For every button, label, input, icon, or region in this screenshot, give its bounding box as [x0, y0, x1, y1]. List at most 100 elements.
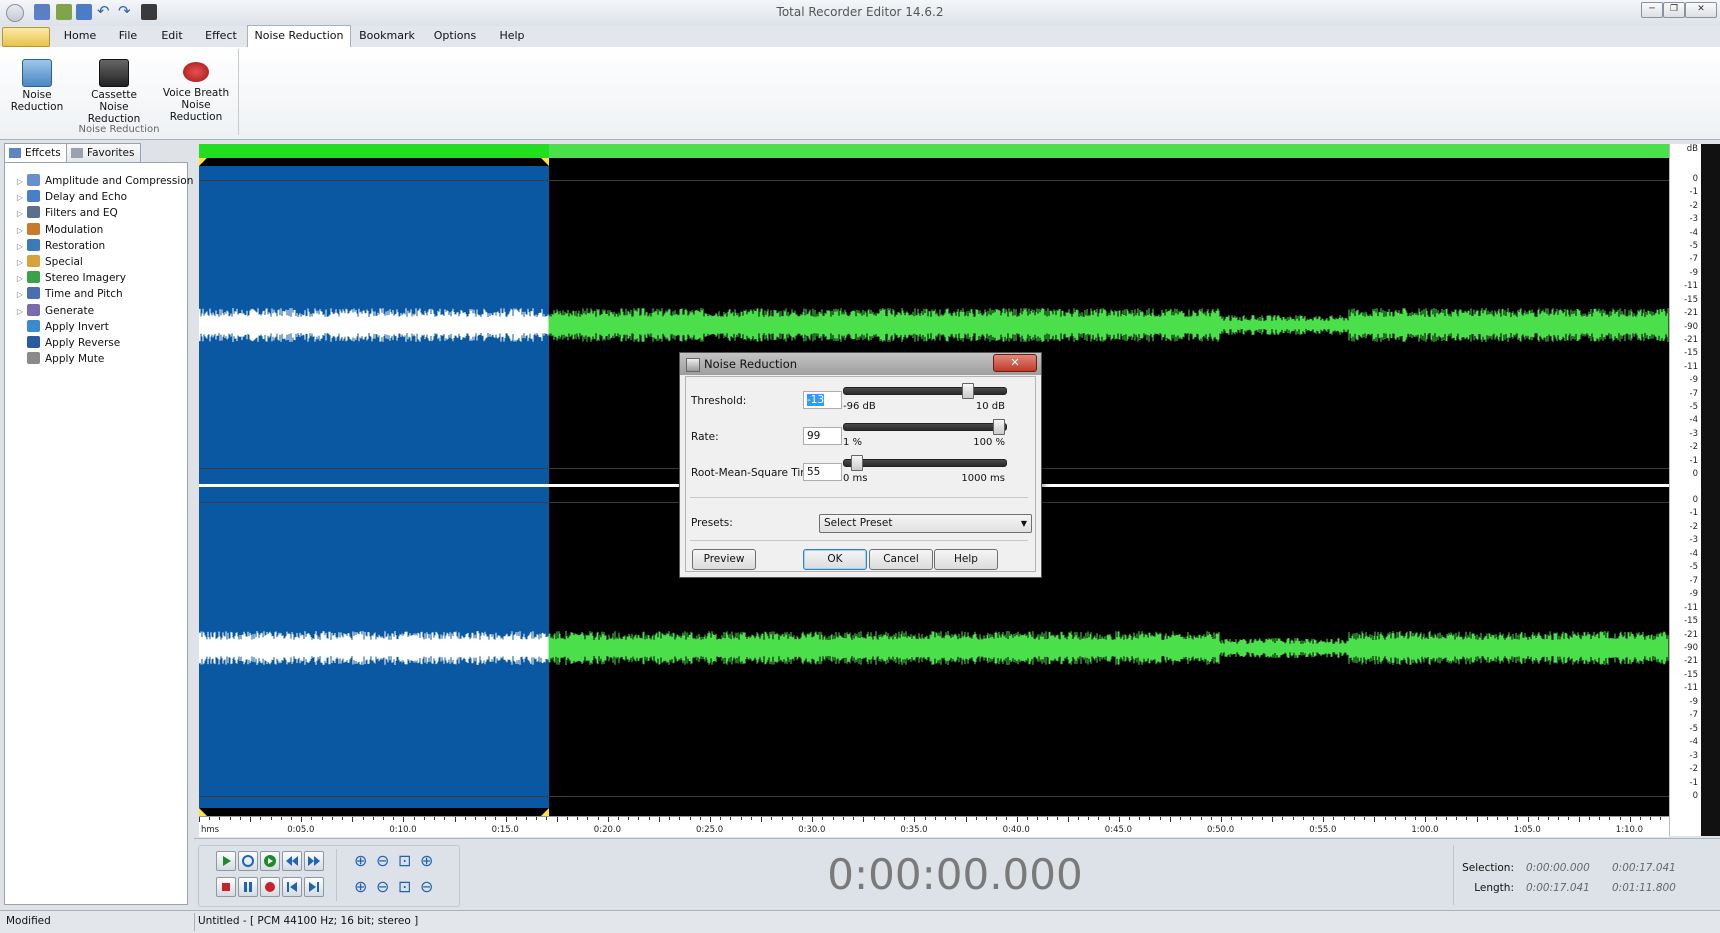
timeline-tick	[1231, 817, 1233, 820]
expand-arrow-icon[interactable]: ▷	[15, 174, 25, 190]
tab-effect[interactable]: Effect	[201, 26, 241, 46]
quick-menu-button[interactable]	[2, 27, 50, 47]
db-tick-label: -2	[1689, 442, 1698, 453]
expand-arrow-icon[interactable]: ▷	[15, 223, 25, 239]
cassette-noise-reduction-button[interactable]: Cassette Noise Reduction	[78, 59, 150, 125]
timeline-tick	[1312, 817, 1314, 820]
presets-dropdown[interactable]: Select Preset ▼	[819, 514, 1032, 533]
timeline-tick	[1507, 817, 1509, 820]
zoom-vertical-in-icon[interactable]: ⊕	[354, 877, 367, 896]
tab-options[interactable]: Options	[428, 26, 482, 46]
dialog-title-bar[interactable]: Noise Reduction ✕	[680, 353, 1041, 375]
voice-breath-noise-reduction-button[interactable]: Voice Breath Noise Reduction	[158, 59, 234, 123]
expand-arrow-icon[interactable]: ▷	[15, 206, 25, 222]
timeline-ruler[interactable]: hms 0:05.0 0:10.0 0:15.0 0:20.0 0:25.0 0:30.0 0…	[199, 816, 1669, 837]
dialog-close-button[interactable]: ✕	[993, 354, 1037, 372]
rms-time-input[interactable]: 55	[803, 463, 842, 481]
tree-item[interactable]: ▷ Filters and EQ	[15, 205, 187, 221]
tab-noise-reduction[interactable]: Noise Reduction	[247, 25, 351, 48]
selection-end-marker[interactable]	[541, 158, 549, 166]
maximize-button[interactable]: ❐	[1663, 2, 1685, 18]
help-button[interactable]: Help	[934, 549, 998, 570]
rate-input[interactable]: 99	[803, 427, 842, 445]
tree-item[interactable]: Apply Reverse	[15, 335, 187, 351]
info-divider	[1453, 845, 1454, 905]
timeline-label: 0:50.0	[1207, 825, 1235, 835]
rate-slider-thumb[interactable]	[993, 419, 1006, 435]
effects-tree: ▷ Amplitude and Compression ▷ Delay and Ech…	[4, 162, 193, 905]
expand-arrow-icon[interactable]: ▷	[15, 304, 25, 320]
vertical-scrollbar[interactable]	[1701, 144, 1720, 836]
expand-arrow-icon[interactable]: ▷	[15, 190, 25, 206]
tab-bookmark[interactable]: Bookmark	[358, 26, 416, 46]
zoom-full-icon[interactable]: ⊕	[420, 851, 433, 870]
tree-item[interactable]: ▷ Amplitude and Compression	[15, 173, 193, 190]
tab-favorites[interactable]: Favorites	[66, 143, 142, 164]
expand-arrow-icon[interactable]: ▷	[15, 239, 25, 255]
rewind-button[interactable]	[282, 851, 302, 871]
db-tick-label: 0	[1692, 469, 1698, 479]
selection-start-marker[interactable]	[199, 158, 207, 166]
ok-button[interactable]: OK	[803, 549, 867, 570]
expand-arrow-icon[interactable]: ▷	[15, 271, 25, 287]
rms-time-slider-thumb[interactable]	[851, 455, 864, 471]
tab-effects[interactable]: Effcets	[4, 143, 68, 164]
loop-play-button[interactable]	[238, 851, 258, 871]
record-button[interactable]	[260, 877, 280, 897]
timeline-tick	[444, 817, 446, 820]
go-to-end-button[interactable]	[304, 877, 324, 897]
play-selection-button[interactable]	[260, 851, 280, 871]
tree-item[interactable]: Apply Invert	[15, 319, 187, 335]
effect-category-icon	[27, 238, 40, 251]
cancel-button[interactable]: Cancel	[869, 549, 933, 570]
tab-file[interactable]: File	[112, 26, 144, 46]
waveform-selection[interactable]	[199, 158, 549, 816]
timeline-tick	[546, 817, 548, 820]
timeline-tick	[965, 817, 967, 822]
tree-item[interactable]: ▷ Delay and Echo	[15, 189, 187, 205]
timeline-tick	[873, 817, 875, 820]
timeline-tick	[1445, 817, 1447, 820]
play-button[interactable]	[216, 851, 236, 871]
rate-slider[interactable]	[843, 423, 1007, 431]
zoom-selection-icon[interactable]: ⊡	[398, 851, 411, 870]
go-to-start-button[interactable]	[282, 877, 302, 897]
tree-item[interactable]: ▷ Generate	[15, 303, 187, 319]
zoom-out-icon[interactable]: ⊖	[376, 851, 389, 870]
tab-home[interactable]: Home	[60, 26, 100, 46]
timeline-tick	[730, 817, 732, 820]
timeline-tick	[1456, 817, 1458, 820]
zoom-vertical-fit-icon[interactable]: ⊡	[398, 877, 411, 896]
preview-button[interactable]: Preview	[692, 549, 756, 570]
fast-forward-button[interactable]	[304, 851, 324, 871]
tree-item[interactable]: ▷ Modulation	[15, 222, 187, 238]
zoom-vertical-out-icon[interactable]: ⊖	[376, 877, 389, 896]
threshold-slider-thumb[interactable]	[961, 383, 974, 399]
selection-start-marker-bottom[interactable]	[199, 808, 207, 816]
threshold-slider[interactable]	[843, 387, 1007, 395]
dialog-title: Noise Reduction	[704, 357, 798, 371]
close-button[interactable]: ✕	[1685, 2, 1717, 18]
tree-item[interactable]: ▷ Special	[15, 254, 187, 270]
pause-button[interactable]	[238, 877, 258, 897]
effect-category-icon	[27, 190, 40, 203]
tab-help[interactable]: Help	[494, 26, 530, 46]
tree-item[interactable]: ▷ Restoration	[15, 238, 187, 254]
stop-button[interactable]	[216, 877, 236, 897]
selection-end-marker-bottom[interactable]	[541, 808, 549, 816]
minimize-button[interactable]: ─	[1641, 2, 1663, 18]
tree-item[interactable]: ▷ Stereo Imagery	[15, 270, 187, 286]
noise-reduction-button[interactable]: Noise Reduction	[8, 59, 66, 113]
zoom-in-icon[interactable]: ⊕	[354, 851, 367, 870]
timeline-tick	[1333, 817, 1335, 820]
expand-arrow-icon[interactable]: ▷	[15, 255, 25, 271]
threshold-input[interactable]: -13	[803, 391, 842, 409]
tab-edit[interactable]: Edit	[155, 26, 189, 46]
zoom-vertical-reset-icon[interactable]: ⊖	[420, 877, 433, 896]
tree-item[interactable]: Apply Mute	[15, 351, 187, 367]
timeline-tick	[372, 817, 374, 820]
tree-item[interactable]: ▷ Time and Pitch	[15, 286, 187, 302]
expand-arrow-icon[interactable]: ▷	[15, 287, 25, 303]
rms-time-slider[interactable]	[843, 459, 1007, 467]
effect-category-icon	[27, 319, 40, 332]
